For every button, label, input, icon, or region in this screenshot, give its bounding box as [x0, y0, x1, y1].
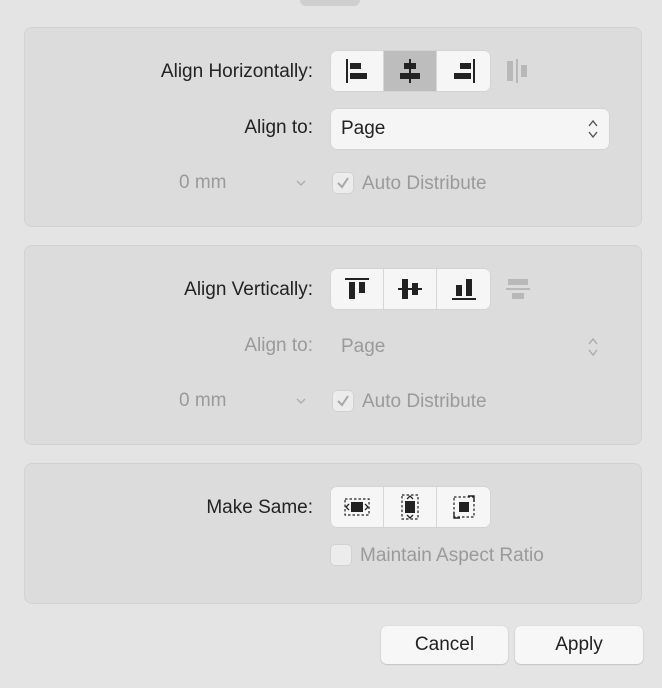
vertical-align-segmented — [331, 269, 490, 309]
vertical-auto-distribute-checkbox[interactable] — [332, 390, 354, 412]
align-left-button[interactable] — [331, 51, 384, 91]
updown-chevron-icon — [588, 119, 598, 139]
horizontal-spacing-field[interactable]: 0 mm — [179, 172, 227, 194]
apply-button[interactable]: Apply — [515, 626, 643, 664]
same-height-icon — [401, 494, 419, 520]
distribute-horizontal-button[interactable] — [503, 56, 533, 86]
align-bottom-icon — [451, 279, 476, 300]
same-height-button[interactable] — [384, 487, 437, 527]
maintain-aspect-ratio-label: Maintain Aspect Ratio — [360, 545, 544, 566]
distribute-vertical-icon — [506, 279, 530, 299]
same-width-icon — [344, 498, 370, 516]
distribute-vertical-button[interactable] — [503, 274, 533, 304]
align-right-icon — [453, 59, 475, 83]
align-horizontally-label: Align Horizontally: — [160, 61, 313, 82]
align-vertically-label: Align Vertically: — [184, 279, 313, 300]
vertical-spacing-field[interactable]: 0 mm — [179, 390, 227, 412]
make-same-panel — [24, 463, 642, 604]
make-same-segmented — [331, 487, 490, 527]
same-width-button[interactable] — [331, 487, 384, 527]
horizontal-align-to-value: Page — [341, 118, 386, 139]
vertical-align-to-select[interactable]: Page — [331, 327, 609, 367]
horizontal-align-to-select[interactable]: Page — [331, 109, 609, 149]
align-middle-vertical-button[interactable] — [384, 269, 437, 309]
align-left-icon — [346, 59, 367, 83]
align-center-horizontal-icon — [400, 59, 420, 83]
horizontal-auto-distribute-label: Auto Distribute — [362, 173, 487, 194]
vertical-align-to-label: Align to: — [244, 335, 313, 356]
vertical-auto-distribute-label: Auto Distribute — [362, 391, 487, 412]
same-size-icon — [452, 495, 475, 519]
vertical-align-to-value: Page — [341, 336, 386, 357]
updown-chevron-icon — [588, 337, 598, 357]
horizontal-auto-distribute-checkbox[interactable] — [332, 172, 354, 194]
align-center-horizontal-button[interactable] — [384, 51, 437, 91]
cancel-button[interactable]: Cancel — [381, 626, 508, 664]
checkmark-icon — [337, 177, 349, 189]
align-bottom-button[interactable] — [437, 269, 490, 309]
make-same-label: Make Same: — [206, 497, 313, 518]
maintain-aspect-ratio-checkbox[interactable] — [330, 544, 352, 566]
chevron-down-icon[interactable] — [296, 179, 306, 187]
align-middle-vertical-icon — [398, 279, 422, 299]
align-dialog: Align Horizontally: Align to: Page 0 mm … — [0, 0, 662, 688]
align-right-button[interactable] — [437, 51, 490, 91]
chevron-down-icon[interactable] — [296, 397, 306, 405]
align-top-icon — [345, 278, 369, 299]
same-size-button[interactable] — [437, 487, 490, 527]
horizontal-align-to-label: Align to: — [244, 117, 313, 138]
align-top-button[interactable] — [331, 269, 384, 309]
horizontal-align-segmented — [331, 51, 490, 91]
checkmark-icon — [337, 395, 349, 407]
sheet-notch — [300, 0, 360, 6]
distribute-horizontal-icon — [507, 59, 527, 83]
